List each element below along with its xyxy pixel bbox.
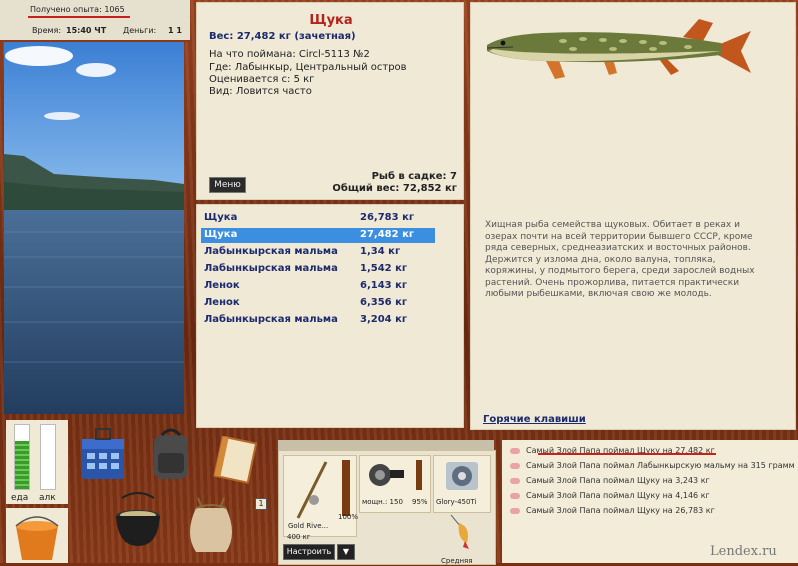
tackle-box-icon[interactable]	[78, 425, 128, 483]
catch-weight: 3,204 кг	[360, 314, 408, 325]
rod-slot[interactable]: Gold Rive... 100%	[283, 455, 359, 537]
fish-caught-on: На что поймана: Circl-5113 №2	[209, 49, 370, 60]
backpack-icon[interactable]	[148, 425, 194, 483]
catch-name: Лабынкырская мальма	[204, 246, 338, 257]
experience-underline	[28, 16, 130, 18]
catch-weight: 6,356 кг	[360, 297, 408, 308]
time-value: 15:40 ЧТ	[66, 26, 107, 35]
alcohol-bar	[40, 424, 56, 490]
fish-marker-icon	[510, 492, 520, 499]
rod-durability-bar	[342, 460, 350, 516]
catch-weight: 26,783 кг	[360, 212, 415, 223]
catch-weight: 1,542 кг	[360, 263, 408, 274]
rod-name: Gold Rive...	[288, 522, 329, 530]
log-entry: Самый Злой Папа поймал Щуку на 26,783 кг	[510, 506, 715, 515]
food-label: еда	[11, 493, 29, 503]
fish-title: Щука	[309, 13, 353, 28]
log-highlight-underline	[538, 453, 716, 455]
status-bar: Получено опыта: 1065 Время: 15:40 ЧТ Ден…	[0, 0, 190, 42]
fishing-line-icon	[446, 462, 478, 490]
reel-percent: 95%	[412, 498, 428, 506]
reel-icon	[369, 464, 404, 486]
catch-name: Щука	[204, 212, 238, 223]
log-entry: Самый Злой Папа поймал Щуку на 4,146 кг	[510, 491, 710, 500]
money-value: 1 1	[168, 26, 182, 35]
fish-marker-icon	[510, 507, 520, 514]
catch-row[interactable]: Лабынкырская мальма 1,34 кг	[201, 245, 435, 260]
setup-dropdown-button[interactable]: ▼	[337, 544, 355, 560]
catch-row[interactable]: Ленок 6,143 кг	[201, 279, 435, 294]
fish-marker-icon	[510, 462, 520, 469]
count-badge: 1	[255, 498, 267, 510]
pike-image	[486, 19, 751, 79]
catch-name: Лабынкырская мальма	[204, 314, 338, 325]
tackle-panel-header	[278, 440, 494, 450]
reel-power: мощн.: 150	[362, 498, 403, 506]
catch-row[interactable]: Ленок 6,356 кг	[201, 296, 435, 311]
lake-view[interactable]	[4, 42, 184, 414]
fish-kind: Вид: Ловится часто	[209, 86, 312, 97]
bait-bucket[interactable]	[6, 508, 68, 563]
catch-list: Щука 26,783 кг Щука 27,482 кг Лабынкырск…	[196, 204, 464, 428]
catch-name: Лабынкырская мальма	[204, 263, 338, 274]
fish-description-text: Хищная рыба семейства щуковых. Обитает в…	[485, 220, 755, 299]
spinner-lure-icon	[450, 514, 469, 549]
catch-weight: 6,143 кг	[360, 280, 408, 291]
bucket-icon	[15, 516, 59, 560]
food-bar-fill	[15, 441, 29, 489]
fish-weight: Вес: 27,482 кг (зачетная)	[209, 31, 356, 42]
catch-weight: 27,482 кг	[360, 229, 415, 240]
cage-count: Рыб в садке: 7	[371, 171, 457, 182]
hotkeys-link[interactable]: Горячие клавиши	[483, 414, 586, 425]
fish-marker-icon	[510, 477, 520, 484]
reel-slot[interactable]: мощн.: 150 95%	[359, 455, 431, 513]
rod-icon	[296, 461, 328, 519]
experience-text: Получено опыта: 1065	[30, 5, 125, 14]
pot-icon[interactable]	[112, 492, 164, 552]
catch-name: Ленок	[204, 297, 240, 308]
catch-row-selected[interactable]: Щука 27,482 кг	[201, 228, 435, 243]
catch-name: Ленок	[204, 280, 240, 291]
food-bar	[14, 424, 30, 490]
fish-location: Где: Лабынкыр, Центральный остров	[209, 62, 407, 73]
log-entry: Самый Злой Папа поймал Лабынкырскую маль…	[510, 461, 795, 470]
rod-percent: 100%	[338, 513, 359, 521]
cage-summary: Рыб в садке: 7 Общий вес: 72,852 кг	[332, 171, 457, 195]
lure-slot[interactable]: Средняя	[433, 513, 489, 565]
line-slot[interactable]: Glory-450Ti	[433, 455, 491, 513]
catch-row[interactable]: Лабынкырская мальма 3,204 кг	[201, 313, 435, 328]
line-name: Glory-450Ti	[436, 498, 477, 506]
fish-info-panel: Щука Вес: 27,482 кг (зачетная) На что по…	[196, 2, 464, 200]
money-label: Деньги:	[123, 26, 157, 35]
setup-button[interactable]: Настроить	[283, 544, 335, 560]
fish-valued-from: Оценивается с: 5 кг	[209, 74, 315, 85]
lure-name: Средняя	[441, 557, 473, 565]
catch-row[interactable]: Щука 26,783 кг	[201, 211, 435, 226]
catch-row[interactable]: Лабынкырская мальма 1,542 кг	[201, 262, 435, 277]
catch-name: Щука	[204, 229, 238, 240]
fish-description-panel: Хищная рыба семейства щуковых. Обитает в…	[470, 2, 796, 430]
time-label: Время:	[32, 26, 62, 35]
status-bars: еда алк	[6, 420, 68, 504]
tackle-panel: Gold Rive... 100% 400 кг мощн.: 150 95% …	[278, 450, 496, 565]
menu-button[interactable]: Меню	[209, 177, 246, 193]
rod-weight: 400 кг	[287, 533, 311, 541]
notebook-icon[interactable]	[210, 436, 264, 486]
bait-bag-icon[interactable]	[182, 494, 240, 556]
reel-durability-bar	[416, 460, 422, 490]
fish-marker-icon	[510, 447, 520, 454]
log-entry: Самый Злой Папа поймал Щуку на 3,243 кг	[510, 476, 710, 485]
catch-weight: 1,34 кг	[360, 246, 401, 257]
alcohol-label: алк	[39, 493, 56, 503]
watermark: Lendex.ru	[710, 544, 777, 559]
cage-total-weight: Общий вес: 72,852 кг	[332, 183, 457, 194]
